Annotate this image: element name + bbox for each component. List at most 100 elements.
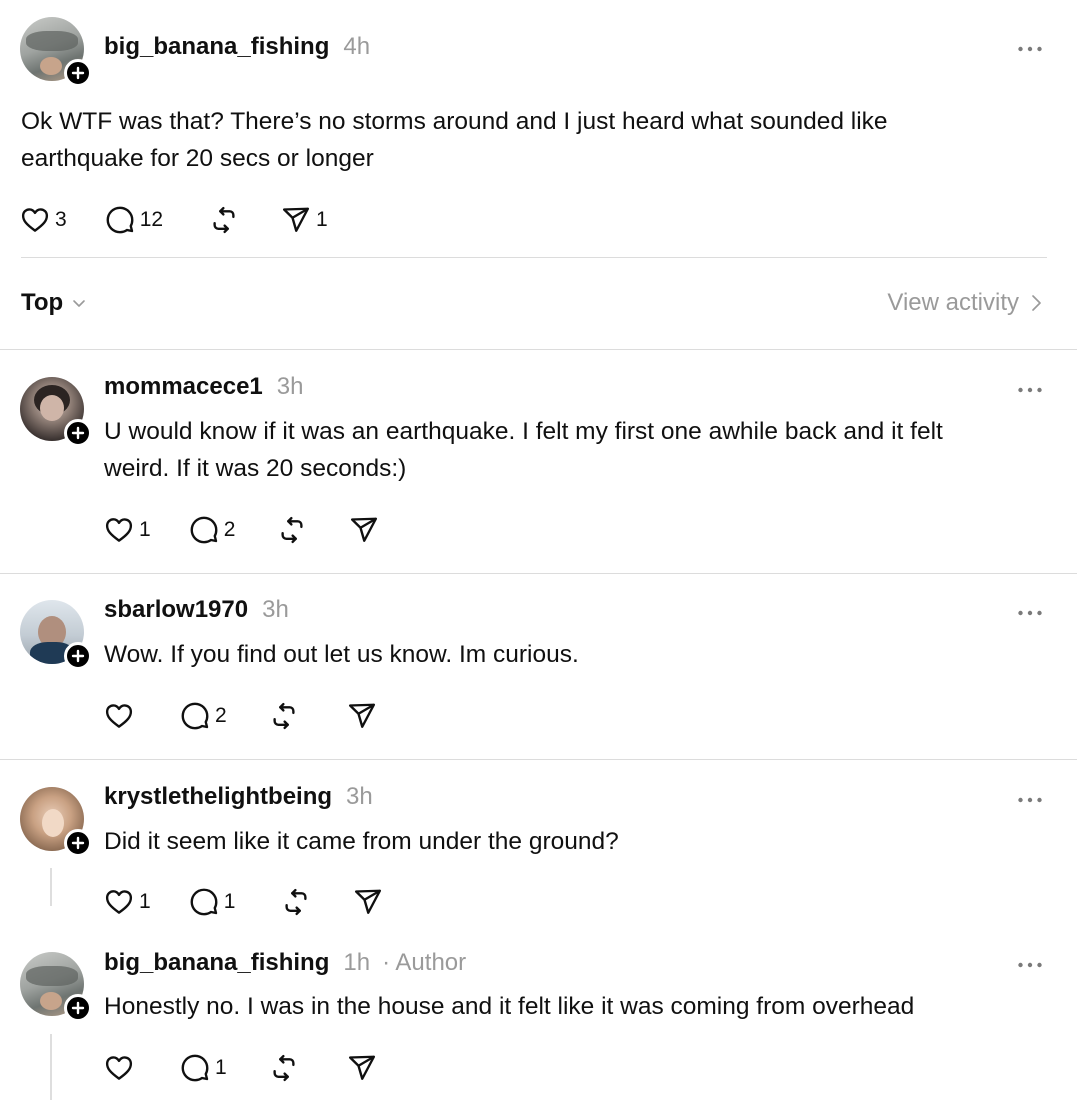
more-horizontal-icon[interactable] — [1017, 961, 1043, 969]
sort-label: Top — [21, 289, 64, 316]
repost-button[interactable] — [269, 1053, 299, 1083]
avatar[interactable] — [20, 952, 92, 1022]
comment-text-line: Honestly no. I was in the house and it f… — [104, 993, 915, 1020]
username[interactable]: big_banana_fishing — [104, 33, 329, 60]
like-count: 1 — [139, 518, 151, 541]
username[interactable]: krystlethelightbeing — [104, 783, 332, 810]
like-button[interactable] — [104, 701, 134, 731]
share-button[interactable] — [347, 1053, 377, 1083]
share-button[interactable] — [353, 887, 383, 917]
follow-plus-icon[interactable] — [64, 994, 92, 1022]
follow-plus-icon[interactable] — [64, 642, 92, 670]
like-button[interactable]: 1 — [104, 515, 151, 545]
comment-text-line: Did it seem like it came from under the … — [104, 828, 619, 855]
reply-button[interactable]: 1 — [189, 887, 235, 917]
post-text: Ok WTF was that? There’s no storms aroun… — [21, 103, 1041, 177]
repost-button[interactable] — [281, 887, 311, 917]
comment-actions: 1 — [104, 1053, 377, 1083]
avatar[interactable] — [20, 17, 92, 87]
divider — [21, 257, 1047, 258]
avatar[interactable] — [20, 377, 92, 447]
comment-header: big_banana_fishing 1h · Author — [104, 949, 466, 977]
repost-button[interactable] — [277, 515, 307, 545]
like-count: 3 — [55, 208, 67, 231]
thread-line — [50, 1034, 52, 1100]
timestamp: 1h — [343, 949, 371, 976]
sort-dropdown[interactable]: Top — [21, 289, 87, 317]
share-button[interactable]: 1 — [281, 205, 328, 235]
heart-icon — [104, 515, 134, 545]
comment-icon — [189, 515, 219, 545]
view-activity-label: View activity — [887, 289, 1019, 316]
repost-button[interactable] — [209, 205, 239, 235]
send-icon — [353, 887, 383, 917]
post-header: big_banana_fishing 4h — [104, 33, 370, 61]
more-horizontal-icon[interactable] — [1017, 609, 1043, 617]
more-horizontal-icon[interactable] — [1017, 45, 1043, 53]
timestamp: 3h — [276, 373, 304, 400]
comment-icon — [105, 205, 135, 235]
heart-icon — [20, 205, 50, 235]
send-icon — [347, 1053, 377, 1083]
username[interactable]: mommacece1 — [104, 373, 263, 400]
reply-count: 2 — [223, 518, 236, 541]
comment-actions: 1 2 — [104, 515, 379, 545]
share-button[interactable] — [349, 515, 379, 545]
heart-icon — [104, 1053, 134, 1083]
share-button[interactable] — [347, 701, 377, 731]
timestamp: 4h — [343, 33, 371, 60]
follow-plus-icon[interactable] — [64, 419, 92, 447]
repost-icon — [281, 887, 311, 917]
more-horizontal-icon[interactable] — [1017, 386, 1043, 394]
comment-icon — [180, 701, 210, 731]
like-button[interactable] — [104, 1053, 134, 1083]
comment-header: sbarlow1970 3h — [104, 596, 289, 624]
like-button[interactable]: 3 — [20, 205, 67, 235]
timestamp: 3h — [262, 596, 289, 623]
post-actions: 3 12 1 — [20, 205, 328, 235]
follow-plus-icon[interactable] — [64, 829, 92, 857]
comment-text: Wow. If you find out let us know. Im cur… — [104, 636, 1054, 673]
like-button[interactable]: 1 — [104, 887, 151, 917]
divider — [0, 573, 1077, 574]
comment-actions: 2 — [104, 701, 377, 731]
avatar[interactable] — [20, 600, 92, 670]
reply-button[interactable]: 2 — [180, 701, 227, 731]
post-text-line: earthquake for 20 secs or longer — [21, 145, 374, 172]
chevron-right-icon — [1032, 295, 1041, 311]
thread-line — [50, 868, 52, 906]
repost-icon — [277, 515, 307, 545]
reply-button[interactable]: 12 — [105, 205, 163, 235]
reply-count: 2 — [215, 704, 227, 727]
repost-button[interactable] — [269, 701, 299, 731]
heart-icon — [104, 887, 134, 917]
divider — [0, 349, 1077, 350]
send-icon — [281, 205, 311, 235]
reply-button[interactable]: 2 — [189, 515, 236, 545]
avatar[interactable] — [20, 787, 92, 857]
comment-header: mommacece1 3h — [104, 373, 303, 401]
like-count: 1 — [139, 890, 151, 913]
comment-text: U would know if it was an earthquake. I … — [104, 413, 1054, 487]
view-activity-link[interactable]: View activity — [887, 289, 1043, 317]
send-icon — [349, 515, 379, 545]
comment-text-line: Wow. If you find out let us know. Im cur… — [104, 641, 579, 668]
send-icon — [347, 701, 377, 731]
username[interactable]: sbarlow1970 — [104, 596, 248, 623]
comment-text-line: weird. If it was 20 seconds:) — [104, 455, 407, 482]
reply-count: 12 — [139, 208, 164, 231]
author-badge: · Author — [382, 949, 467, 976]
follow-plus-icon[interactable] — [64, 59, 92, 87]
comment-text-line: U would know if it was an earthquake. I … — [104, 418, 943, 445]
comment-icon — [189, 887, 219, 917]
chevron-down-icon — [73, 300, 86, 307]
more-horizontal-icon[interactable] — [1017, 796, 1043, 804]
repost-icon — [269, 1053, 299, 1083]
comment-icon — [180, 1053, 210, 1083]
share-count: 1 — [316, 208, 328, 231]
timestamp: 3h — [346, 783, 373, 810]
heart-icon — [104, 701, 134, 731]
repost-icon — [269, 701, 299, 731]
reply-button[interactable]: 1 — [180, 1053, 227, 1083]
username[interactable]: big_banana_fishing — [104, 949, 329, 976]
